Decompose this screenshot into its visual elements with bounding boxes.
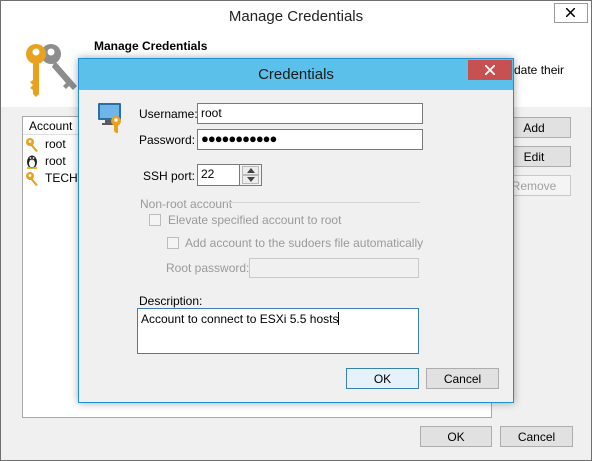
description-textarea[interactable]: Account to connect to ESXi 5.5 hosts: [137, 308, 419, 354]
password-field[interactable]: ●●●●●●●●●●●: [197, 129, 423, 150]
dialog-ok-button[interactable]: OK: [346, 368, 419, 389]
chevron-up-icon: [247, 168, 255, 173]
dialog-close-button[interactable]: [468, 60, 512, 80]
user-key-icon: [98, 103, 121, 133]
sudoers-checkbox[interactable]: [167, 237, 179, 249]
group-separator: [226, 202, 420, 203]
ok-button[interactable]: OK: [420, 426, 492, 447]
cancel-button[interactable]: Cancel: [500, 426, 573, 447]
description-text: Account to connect to ESXi 5.5 hosts: [141, 312, 339, 326]
elevate-checkbox[interactable]: [149, 214, 161, 226]
description-label: Description:: [139, 294, 203, 308]
dialog-titlebar[interactable]: Credentials: [79, 59, 513, 90]
window-titlebar[interactable]: Manage Credentials: [1, 1, 591, 32]
root-password-label: Root password:: [166, 261, 250, 275]
list-item-label: root: [45, 137, 66, 151]
password-label: Password:: [139, 133, 196, 147]
header-title: Manage Credentials: [94, 39, 208, 53]
list-item-label: root: [45, 154, 66, 168]
nonroot-group-label: Non-root account: [140, 197, 233, 211]
stepper-up-button[interactable]: [242, 166, 259, 175]
root-password-field[interactable]: [249, 258, 419, 278]
key-icon: [26, 138, 38, 152]
username-field[interactable]: root: [197, 103, 423, 124]
stepper-down-button[interactable]: [242, 175, 259, 184]
dialog-title: Credentials: [258, 66, 334, 83]
close-icon: [566, 8, 575, 17]
header-description: date their: [514, 63, 565, 77]
key-icon: [26, 172, 38, 186]
window-title: Manage Credentials: [228, 8, 364, 25]
column-header-label: Account: [29, 119, 73, 133]
window-close-button[interactable]: [554, 3, 588, 23]
elevate-label: Elevate specified account to root: [168, 213, 342, 227]
ssh-port-input[interactable]: 22: [197, 164, 240, 186]
close-icon: [485, 65, 495, 75]
keys-icon: [26, 44, 77, 97]
chevron-down-icon: [247, 177, 255, 182]
ssh-port-stepper[interactable]: [239, 164, 262, 186]
sudoers-label: Add account to the sudoers file automati…: [185, 236, 424, 250]
text-caret: [338, 312, 340, 325]
dialog-cancel-button[interactable]: Cancel: [426, 368, 499, 389]
linux-penguin-icon: [26, 155, 38, 169]
username-label: Username:: [139, 107, 198, 121]
ssh-port-label: SSH port:: [143, 169, 196, 183]
